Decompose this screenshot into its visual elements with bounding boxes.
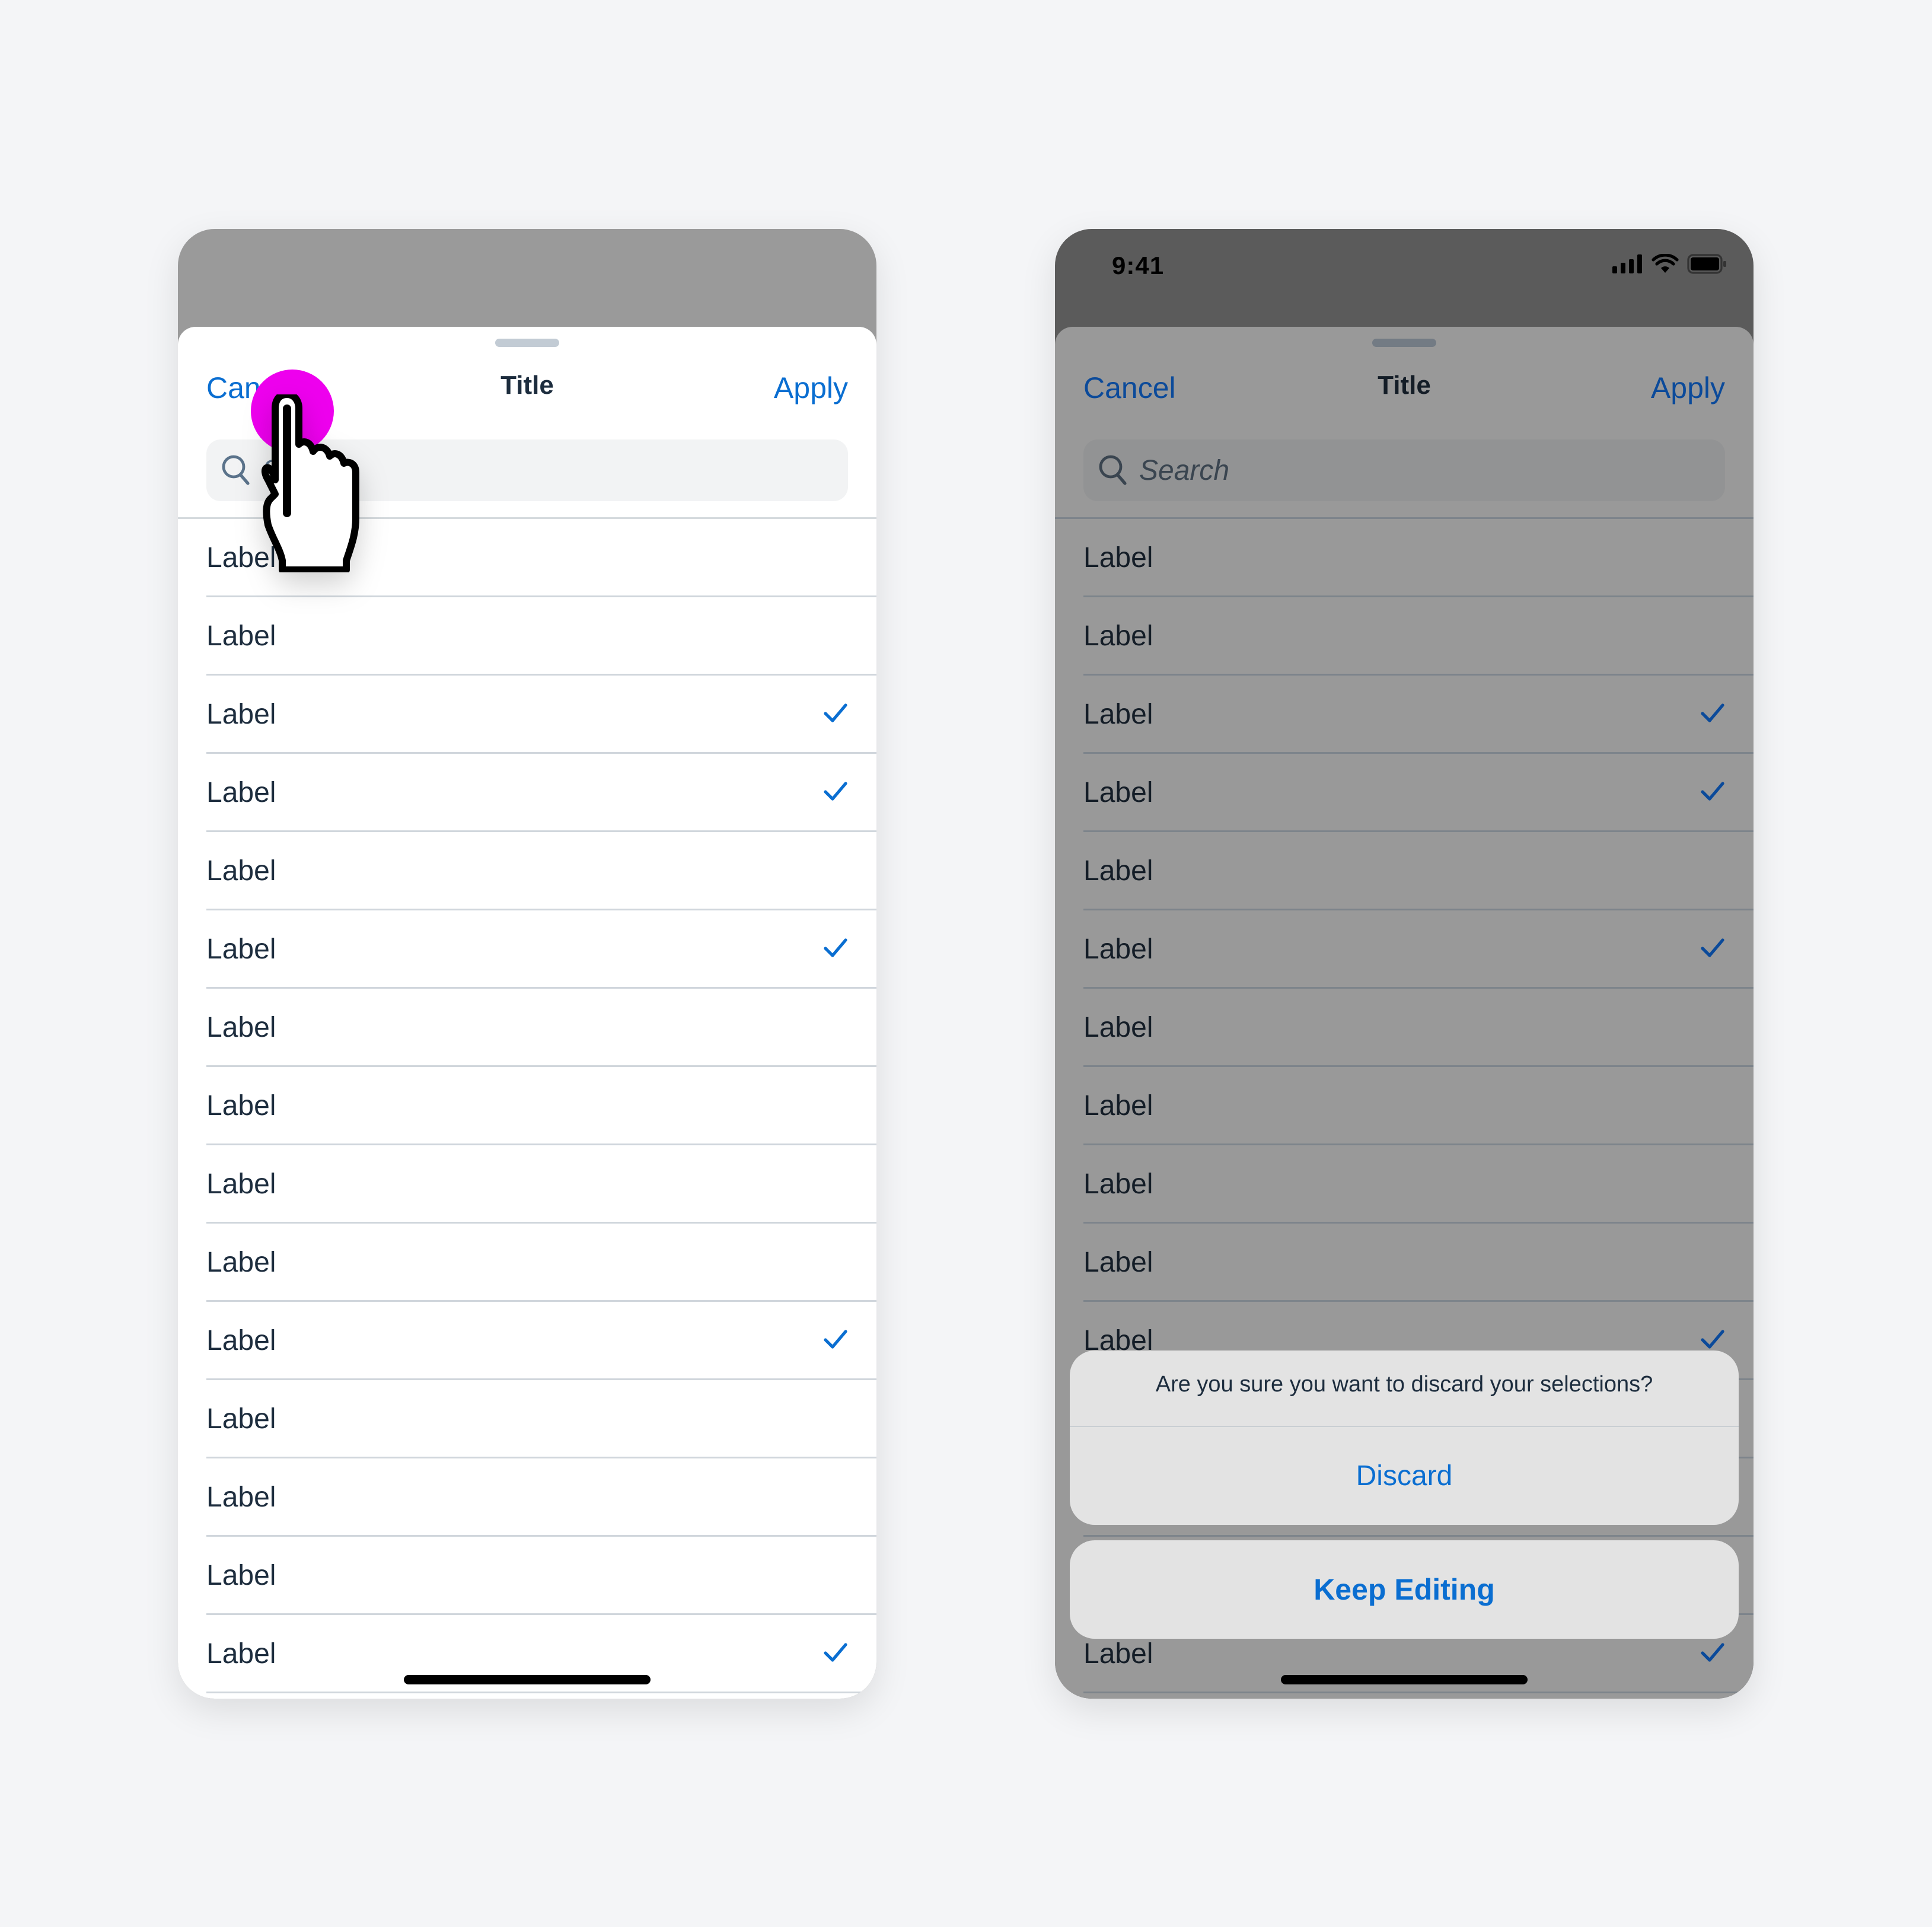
phone-right: 9:41 Cancel Title Apply Search Label Labe… bbox=[1055, 229, 1754, 1699]
list-item[interactable]: Label bbox=[206, 1145, 876, 1224]
list-item-label: Label bbox=[206, 699, 276, 730]
list-item-label: Label bbox=[206, 855, 276, 887]
search-icon bbox=[1099, 455, 1127, 485]
list-item[interactable]: Label bbox=[206, 989, 876, 1067]
list-item-label: Label bbox=[1083, 1090, 1153, 1122]
list-item-label: Label bbox=[1083, 1638, 1153, 1670]
checkmark-icon bbox=[1701, 938, 1724, 957]
search-icon bbox=[222, 455, 250, 485]
list-item-label: Label bbox=[1083, 1247, 1153, 1278]
list-item: Label bbox=[1083, 597, 1754, 676]
apply-button: Apply bbox=[1650, 371, 1725, 404]
list-item-label: Label bbox=[1083, 777, 1153, 808]
list-item[interactable]: Label bbox=[206, 676, 876, 754]
list-item: Label bbox=[1083, 519, 1754, 597]
list-item-label: Label bbox=[1083, 620, 1153, 652]
checkmark-icon bbox=[824, 703, 847, 722]
apply-button[interactable]: Apply bbox=[774, 371, 848, 405]
search-placeholder: Search bbox=[1139, 454, 1230, 486]
checkmark-icon bbox=[1701, 1330, 1724, 1349]
list-item: Label bbox=[1083, 989, 1754, 1067]
list-item[interactable]: Label bbox=[206, 1537, 876, 1615]
list-item[interactable]: Label bbox=[206, 1067, 876, 1145]
list-item[interactable]: Label bbox=[206, 754, 876, 832]
sheet-title: Title bbox=[1378, 371, 1431, 400]
list-item-label: Label bbox=[206, 1090, 276, 1122]
list-item-label: Label bbox=[1083, 1012, 1153, 1043]
options-list: Label Label Label Label Label Label Label Label… bbox=[178, 519, 876, 1693]
list-item-label: Label bbox=[206, 1168, 276, 1200]
dimmed-background bbox=[178, 229, 876, 327]
list-item[interactable]: Label bbox=[206, 1302, 876, 1380]
list-item-label: Label bbox=[206, 1403, 276, 1435]
home-indicator bbox=[404, 1675, 651, 1684]
list-item-label: Label bbox=[206, 1560, 276, 1591]
list-item[interactable]: Label bbox=[206, 832, 876, 910]
list-item: Label bbox=[1083, 754, 1754, 832]
list-item-label: Label bbox=[206, 1482, 276, 1513]
list-item[interactable]: Label bbox=[206, 1380, 876, 1458]
list-item: Label bbox=[1083, 676, 1754, 754]
keep-editing-button[interactable]: Keep Editing bbox=[1070, 1540, 1739, 1639]
list-item-label: Label bbox=[1083, 934, 1153, 965]
list-item: Label bbox=[1083, 1067, 1754, 1145]
list-item-label: Label bbox=[1083, 542, 1153, 574]
wifi-icon bbox=[1652, 254, 1679, 273]
list-item-label: Label bbox=[206, 1325, 276, 1356]
confirmation-message: Are you sure you want to discard your se… bbox=[1155, 1372, 1653, 1397]
list-item: Label bbox=[1083, 910, 1754, 989]
status-bar: 9:41 bbox=[1055, 229, 1754, 327]
discard-button[interactable]: Discard bbox=[1070, 1427, 1739, 1525]
battery-icon bbox=[1687, 254, 1726, 274]
checkmark-icon bbox=[1701, 1643, 1724, 1662]
list-item-label: Label bbox=[206, 1247, 276, 1278]
checkmark-icon bbox=[1701, 703, 1724, 722]
checkmark-icon bbox=[824, 1330, 847, 1349]
list-item-label: Label bbox=[206, 1638, 276, 1670]
list-item[interactable]: Label bbox=[206, 910, 876, 989]
list-item-label: Label bbox=[1083, 699, 1153, 730]
list-item[interactable]: Label bbox=[206, 1224, 876, 1302]
checkmark-icon bbox=[824, 938, 847, 957]
list-item: Label bbox=[1083, 1224, 1754, 1302]
discard-confirmation-sheet: Are you sure you want to discard your se… bbox=[1070, 1351, 1739, 1525]
checkmark-icon bbox=[824, 1643, 847, 1662]
list-item[interactable]: Label bbox=[206, 597, 876, 676]
checkmark-icon bbox=[824, 782, 847, 801]
sheet-grabber bbox=[1372, 339, 1436, 347]
divider bbox=[206, 1692, 876, 1693]
home-indicator bbox=[1281, 1675, 1528, 1684]
checkmark-icon bbox=[1701, 782, 1724, 801]
list-item-label: Label bbox=[1083, 855, 1153, 887]
list-item[interactable]: Label bbox=[206, 1458, 876, 1537]
list-item: Label bbox=[1083, 1145, 1754, 1224]
pointing-hand-icon bbox=[262, 394, 359, 572]
list-item-label: Label bbox=[206, 934, 276, 965]
status-time: 9:41 bbox=[1112, 251, 1165, 279]
list-item-label: Label bbox=[1083, 1168, 1153, 1200]
list-item-label: Label bbox=[206, 1012, 276, 1043]
search-input: Search bbox=[1083, 439, 1725, 501]
sheet-nav-bar: Cancel Title Apply bbox=[1083, 362, 1725, 410]
divider bbox=[1083, 1692, 1754, 1693]
list-item: Label bbox=[1083, 832, 1754, 910]
sheet-grabber[interactable] bbox=[495, 339, 559, 347]
list-item-label: Label bbox=[206, 620, 276, 652]
list-item-label: Label bbox=[206, 777, 276, 808]
cellular-signal-icon bbox=[1612, 254, 1642, 273]
